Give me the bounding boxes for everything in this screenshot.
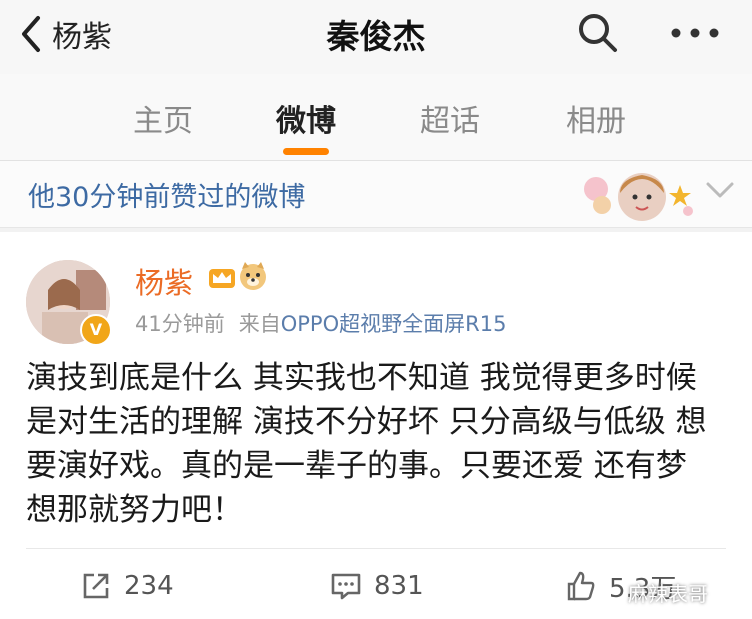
profile-tabs: 主页 微博 超话 相册 — [0, 74, 752, 161]
search-icon[interactable] — [575, 10, 621, 56]
tab-super-topic[interactable]: 超话 — [420, 96, 480, 140]
active-tab-indicator — [283, 148, 329, 155]
page-title: 秦俊杰 — [326, 17, 426, 56]
chevron-down-icon[interactable] — [704, 179, 736, 201]
doge-icon — [240, 262, 266, 290]
liked-notice-bar[interactable]: 他30分钟前赞过的微博 — [0, 161, 752, 228]
weibo-post-card: V 杨紫 41分钟前 来自OPPO超视野全面屏R15 演技到底是什么 其实我也不知… — [0, 232, 752, 619]
crown-icon — [209, 269, 235, 288]
back-chevron-icon — [22, 16, 40, 52]
post-author[interactable]: 杨紫 — [135, 260, 193, 302]
repost-button[interactable]: 234 — [80, 566, 174, 606]
repost-count: 234 — [124, 571, 174, 601]
divider — [26, 548, 726, 549]
like-icon — [567, 571, 595, 601]
comment-count: 831 — [374, 571, 424, 601]
back-label: 杨紫 — [52, 20, 112, 55]
liked-decoration-image — [584, 173, 693, 221]
source-prefix: 来自 — [238, 312, 281, 336]
post-meta: 41分钟前 来自OPPO超视野全面屏R15 — [135, 308, 506, 338]
post-content[interactable]: 演技到底是什么 其实我也不知道 我觉得更多时候是对生活的理解 演技不分好坏 只分… — [26, 356, 716, 532]
tab-home[interactable]: 主页 — [133, 96, 193, 140]
more-icon[interactable] — [668, 18, 722, 48]
comment-icon — [331, 573, 361, 600]
watermark: 麻辣表哥 — [628, 582, 708, 606]
verified-badge: V — [80, 314, 112, 346]
tab-weibo[interactable]: 微博 — [276, 96, 336, 140]
post-source-link[interactable]: OPPO超视野全面屏R15 — [281, 312, 507, 336]
nav-bar: 杨紫 秦俊杰 — [0, 0, 752, 74]
back-button[interactable]: 杨紫 — [18, 12, 112, 56]
post-time: 41分钟前 — [135, 312, 225, 336]
repost-icon — [83, 573, 109, 599]
tab-album[interactable]: 相册 — [566, 96, 626, 140]
liked-notice-text: 他30分钟前赞过的微博 — [28, 182, 306, 213]
comment-button[interactable]: 831 — [330, 566, 424, 606]
